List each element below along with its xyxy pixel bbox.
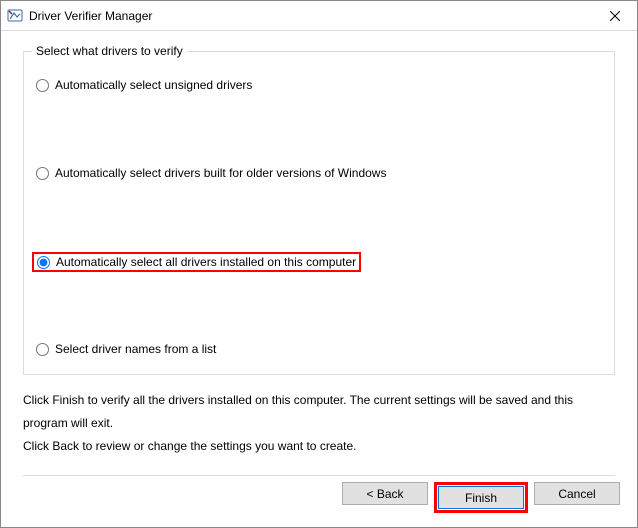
radio-older-windows-label[interactable]: Automatically select drivers built for o… <box>55 166 386 180</box>
finish-button[interactable]: Finish <box>438 486 524 509</box>
radio-all-drivers-input[interactable] <box>37 256 50 269</box>
content-pane: Select what drivers to verify Automatica… <box>1 31 637 476</box>
app-icon <box>7 8 23 24</box>
radio-from-list-input[interactable] <box>36 343 49 356</box>
radio-older-windows-input[interactable] <box>36 167 49 180</box>
cancel-button[interactable]: Cancel <box>534 482 620 505</box>
highlight-finish-button: Finish <box>434 482 528 513</box>
close-button[interactable] <box>592 1 637 30</box>
radio-from-list-label[interactable]: Select driver names from a list <box>55 342 216 356</box>
titlebar: Driver Verifier Manager <box>1 1 637 31</box>
back-button[interactable]: < Back <box>342 482 428 505</box>
button-separator <box>23 475 615 476</box>
radio-all-drivers-label[interactable]: Automatically select all drivers install… <box>56 255 356 269</box>
drivers-groupbox: Select what drivers to verify Automatica… <box>23 51 615 375</box>
highlight-selected-option: Automatically select all drivers install… <box>32 252 361 272</box>
instructions-text: Click Finish to verify all the drivers i… <box>23 389 615 457</box>
window-title: Driver Verifier Manager <box>29 9 152 23</box>
radio-option-all-drivers[interactable]: Automatically select all drivers install… <box>37 255 356 269</box>
instructions-line1: Click Finish to verify all the drivers i… <box>23 389 615 435</box>
radio-unsigned-input[interactable] <box>36 79 49 92</box>
instructions-line2: Click Back to review or change the setti… <box>23 435 615 458</box>
radio-option-from-list[interactable]: Select driver names from a list <box>34 340 606 358</box>
button-row: < Back Finish Cancel <box>342 482 620 513</box>
radio-unsigned-label[interactable]: Automatically select unsigned drivers <box>55 78 252 92</box>
groupbox-legend: Select what drivers to verify <box>32 44 187 58</box>
radio-option-unsigned[interactable]: Automatically select unsigned drivers <box>34 76 606 94</box>
radio-option-older-windows[interactable]: Automatically select drivers built for o… <box>34 164 606 182</box>
